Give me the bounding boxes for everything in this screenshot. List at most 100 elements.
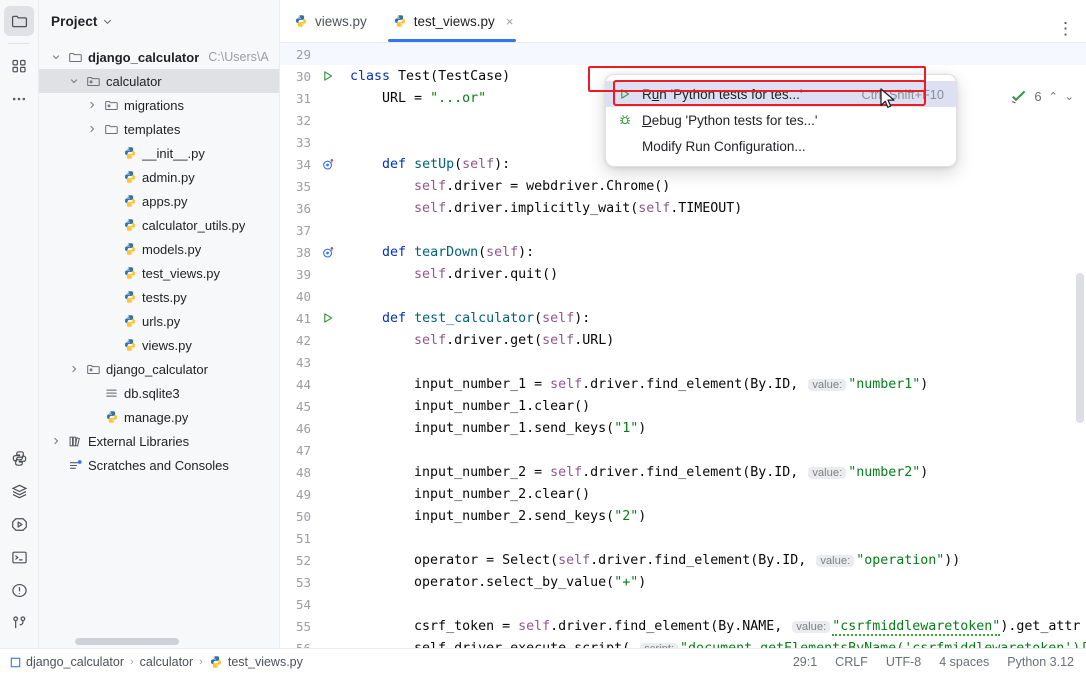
gutter-run-icon[interactable]: [314, 312, 342, 324]
more-tool-windows-button[interactable]: [4, 84, 34, 114]
more-options-icon[interactable]: ⋮: [1057, 26, 1074, 32]
interpreter[interactable]: Python 3.12: [1007, 655, 1074, 669]
menu-item-run-python-tests-for-tes-[interactable]: Run 'Python tests for tes...'Ctrl+Shift+…: [606, 81, 956, 107]
breadcrumb-separator: ›: [199, 656, 203, 668]
indent-setting[interactable]: 4 spaces: [939, 655, 989, 669]
problems-tool-window-button[interactable]: [4, 575, 34, 605]
folder-icon: [104, 122, 119, 137]
tree-item--init-py[interactable]: __init__.py: [39, 141, 279, 165]
tree-twisty-collapsed[interactable]: [67, 364, 81, 374]
tree-item-icon: [121, 146, 138, 160]
python-icon: [294, 14, 308, 28]
code-token: ):: [574, 311, 590, 326]
tree-twisty-expanded[interactable]: [67, 76, 81, 86]
version-control-button[interactable]: [4, 608, 34, 638]
tree-item-django-calculator[interactable]: django_calculator: [39, 357, 279, 381]
caret-position[interactable]: 29:1: [793, 655, 817, 669]
run-context-menu[interactable]: Run 'Python tests for tes...'Ctrl+Shift+…: [605, 74, 957, 167]
gutter-run-icon[interactable]: [314, 70, 342, 82]
status-bar: django_calculator›calculator› test_views…: [0, 648, 1086, 675]
code-token: .driver = webdriver.Chrome(): [446, 179, 670, 194]
line-separator[interactable]: CRLF: [835, 655, 868, 669]
python-icon: [123, 170, 137, 184]
tree-item-tests-py[interactable]: tests.py: [39, 285, 279, 309]
tab-test-views-py[interactable]: test_views.py×: [379, 0, 526, 42]
breadcrumb-item-calculator[interactable]: calculator: [140, 655, 194, 669]
line-number: 40: [280, 289, 314, 304]
tree-item-apps-py[interactable]: apps.py: [39, 189, 279, 213]
tree-item-label: test_views.py: [142, 266, 220, 281]
tree-twisty-collapsed[interactable]: [85, 100, 99, 110]
line-number: 48: [280, 465, 314, 480]
editor-vertical-scrollbar[interactable]: [1076, 273, 1084, 423]
gutter-override-icon[interactable]: [314, 246, 342, 259]
menu-item-label: Modify Run Configuration...: [642, 139, 944, 154]
inspections-widget[interactable]: 6 ⌃ ⌄: [1011, 89, 1074, 104]
code-line: 52 operator = Select(self.driver.find_el…: [280, 549, 1086, 571]
code-token: operator.select_by_value(: [350, 575, 614, 590]
line-number: 47: [280, 443, 314, 458]
code-line: 48 input_number_2 = self.driver.find_ele…: [280, 461, 1086, 483]
menu-item-debug-python-tests-for-tes-[interactable]: Debug 'Python tests for tes...': [606, 107, 956, 133]
editor-area: views.py test_views.py× ⋮ 6 ⌃ ⌄ 2930clas…: [280, 0, 1086, 648]
tree-item-calculator-utils-py[interactable]: calculator_utils.py: [39, 213, 279, 237]
tree-item-icon: [121, 194, 138, 208]
terminal-tool-window-button[interactable]: [4, 542, 34, 572]
breadcrumb-item-test-views-py[interactable]: test_views.py: [209, 655, 303, 669]
chevron-right-icon: [87, 124, 97, 134]
gutter-override-icon[interactable]: [314, 158, 342, 171]
project-tree[interactable]: django_calculatorC:\Users\A calculator m…: [39, 43, 279, 648]
tree-item-admin-py[interactable]: admin.py: [39, 165, 279, 189]
run-triangle-icon: [322, 312, 334, 324]
tree-item-templates[interactable]: templates: [39, 117, 279, 141]
tree-item-external-libraries[interactable]: External Libraries: [39, 429, 279, 453]
tree-item-test-views-py[interactable]: test_views.py: [39, 261, 279, 285]
breadcrumb-item-django-calculator[interactable]: django_calculator: [10, 655, 124, 669]
code-token: .driver.find_element(By.ID,: [590, 553, 814, 568]
file-encoding[interactable]: UTF-8: [886, 655, 921, 669]
tree-item-calculator[interactable]: calculator: [39, 69, 279, 93]
project-header[interactable]: Project: [39, 0, 279, 43]
database-button[interactable]: [4, 476, 34, 506]
tree-item-path: C:\Users\A: [208, 50, 268, 64]
previous-problem-icon[interactable]: ⌃: [1049, 90, 1058, 103]
tree-item-urls-py[interactable]: urls.py: [39, 309, 279, 333]
code-text: self.driver.quit(): [342, 267, 558, 282]
code-token: "+": [614, 575, 638, 590]
tree-twisty-expanded[interactable]: [49, 52, 63, 62]
line-number: 35: [280, 179, 314, 194]
tree-item-db-sqlite3[interactable]: db.sqlite3: [39, 381, 279, 405]
menu-item-modify-run-configuration-[interactable]: Modify Run Configuration...: [606, 133, 956, 159]
tree-item-migrations[interactable]: migrations: [39, 93, 279, 117]
code-line: 47: [280, 439, 1086, 461]
line-number: 38: [280, 245, 314, 260]
line-number: 56: [280, 641, 314, 649]
tree-item-label: templates: [124, 122, 180, 137]
tree-item-models-py[interactable]: models.py: [39, 237, 279, 261]
project-icon: [10, 657, 21, 668]
tree-twisty-collapsed[interactable]: [85, 124, 99, 134]
tree-item-views-py[interactable]: views.py: [39, 333, 279, 357]
python-packages-button[interactable]: [4, 443, 34, 473]
project-horizontal-scrollbar[interactable]: [75, 638, 179, 645]
ide-window: Project django_calculatorC:\Users\A calc…: [0, 0, 1086, 675]
code-line: 56 self.driver.execute_script( script:"d…: [280, 637, 1086, 648]
next-problem-icon[interactable]: ⌄: [1065, 90, 1074, 103]
project-tool-window-button[interactable]: [4, 6, 34, 36]
line-number: 30: [280, 69, 314, 84]
breadcrumb-label: calculator: [140, 655, 194, 669]
code-token: input_number_2.clear(): [350, 487, 590, 502]
run-tool-window-button[interactable]: [4, 509, 34, 539]
tab-views-py[interactable]: views.py: [280, 0, 379, 42]
tree-item-django-calculator[interactable]: django_calculatorC:\Users\A: [39, 45, 279, 69]
tree-item-icon: [103, 98, 120, 113]
structure-tool-window-button[interactable]: [4, 51, 34, 81]
tree-item-manage-py[interactable]: manage.py: [39, 405, 279, 429]
chevron-down-icon[interactable]: [102, 16, 113, 27]
tree-item-scratches-and-consoles[interactable]: Scratches and Consoles: [39, 453, 279, 477]
git-branch-icon: [11, 615, 28, 632]
code-token: def: [382, 311, 414, 326]
close-icon[interactable]: ×: [506, 15, 514, 28]
code-text: input_number_1.clear(): [342, 399, 590, 414]
tree-twisty-collapsed[interactable]: [49, 436, 63, 446]
